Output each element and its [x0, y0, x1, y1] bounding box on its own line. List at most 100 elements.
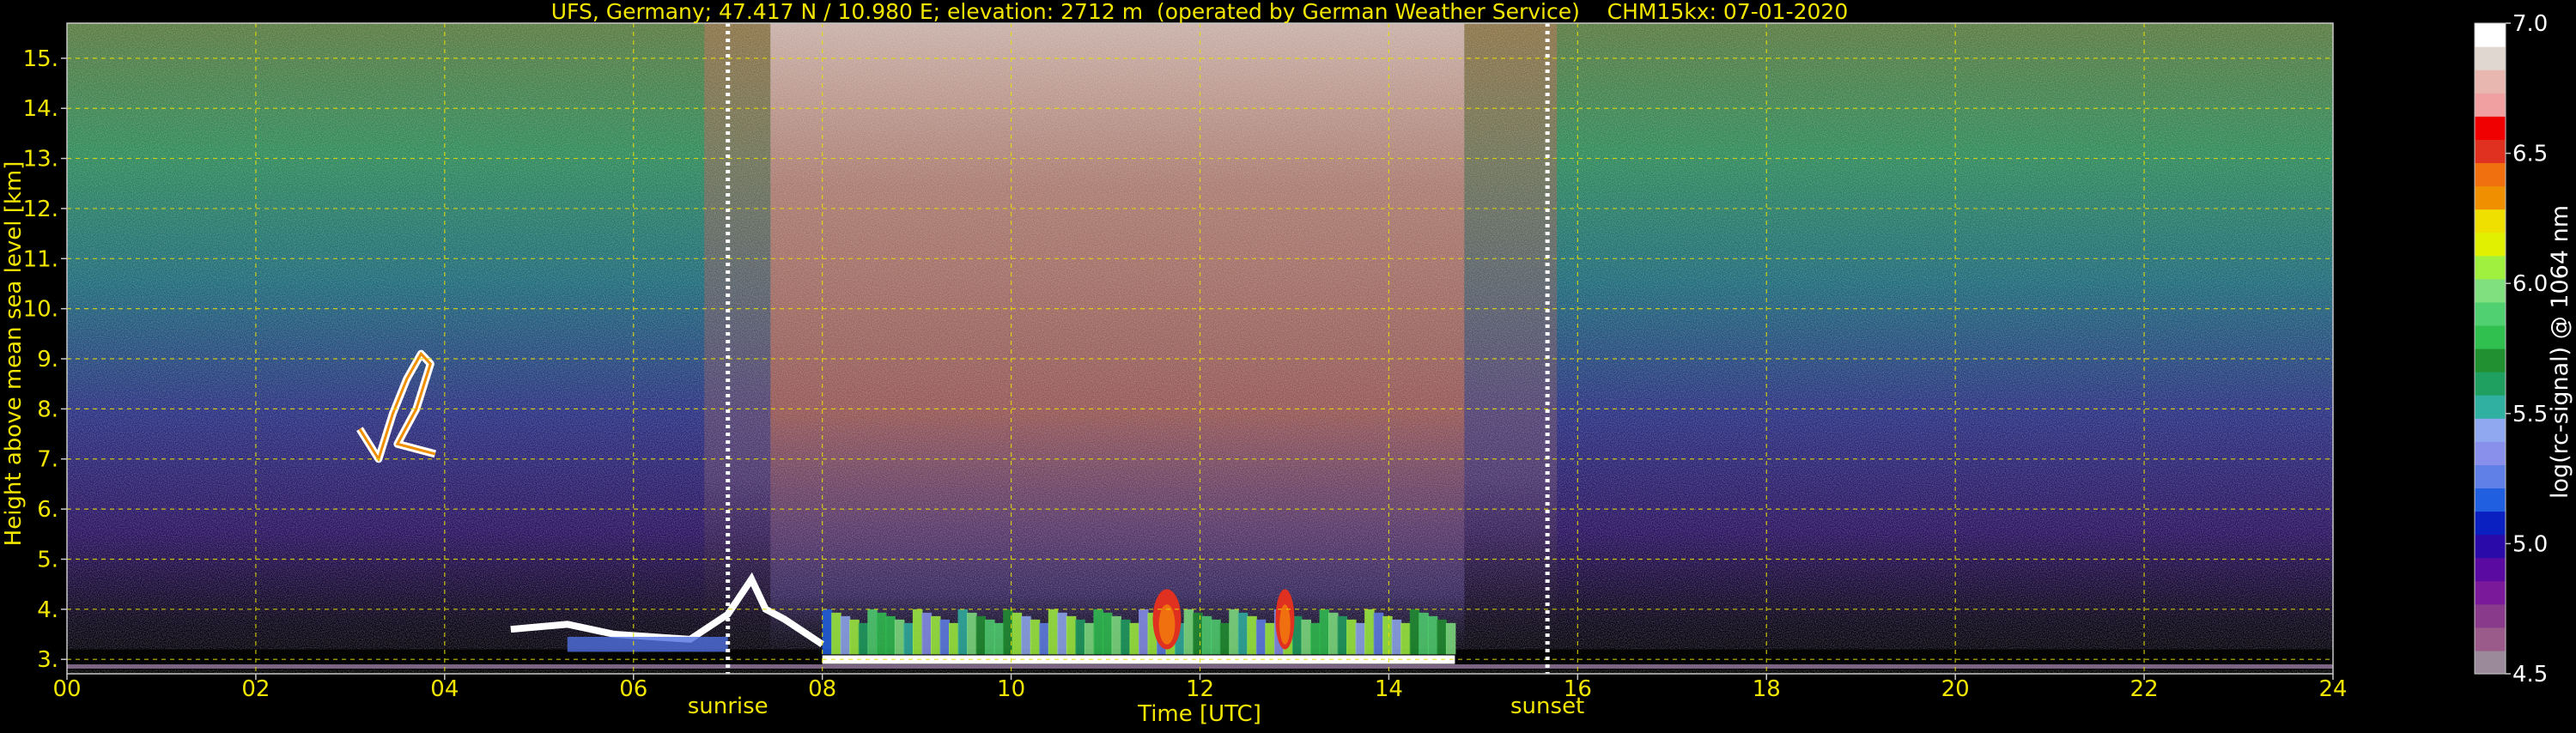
aerosol-column [1183, 609, 1194, 655]
x-tick-label: 00 [52, 676, 81, 702]
aerosol-column [1427, 615, 1438, 655]
aerosol-column [1382, 615, 1393, 655]
ceilometer-chart: sunrise sunset 00 02 04 06 08 10 12 14 16 18 20 22 24… [1, 0, 2573, 727]
aerosol-column [912, 609, 923, 655]
aerosol-column [1337, 615, 1348, 655]
y-tick-label: 6. [37, 497, 58, 523]
x-tick-label: 24 [2318, 676, 2347, 702]
y-tick-label: 14. [23, 96, 58, 122]
colorbar-swatch [2475, 232, 2506, 257]
colorbar-swatch [2475, 627, 2506, 651]
y-tick-label: 10. [23, 297, 58, 323]
aerosol-column [1039, 622, 1049, 655]
aerosol-column [1084, 622, 1095, 655]
colorbar-swatch [2475, 46, 2506, 70]
aerosol-column [1391, 619, 1402, 655]
aerosol-column [1012, 612, 1023, 655]
chart-title: UFS, Germany; 47.417 N / 10.980 E; eleva… [551, 0, 1848, 24]
aerosol-column [1255, 619, 1267, 655]
colorbar-tick-label: 6.5 [2512, 142, 2548, 167]
aerosol-column [985, 619, 995, 655]
aerosol-column [1265, 622, 1275, 655]
aerosol-column [1400, 622, 1411, 655]
aerosol-column [1129, 622, 1140, 655]
aerosol-column [867, 609, 878, 655]
colorbar-swatch [2475, 488, 2506, 512]
convective-cell-core [1158, 604, 1176, 645]
x-tick-label: 02 [241, 676, 270, 702]
aerosol-column [1193, 612, 1203, 655]
colorbar-tick-label: 4.5 [2512, 662, 2548, 688]
aerosol-column [1211, 619, 1221, 655]
y-axis: 3. 4. 5. 6. 7. 8. 9. 10. 11. 12. 13. 14. 15. [23, 46, 67, 673]
colorbar-swatch [2475, 162, 2506, 187]
aerosol-column [1373, 612, 1384, 655]
colorbar-tick-label: 5.0 [2512, 531, 2548, 557]
colorbar-swatch [2475, 418, 2506, 442]
aerosol-column [1419, 612, 1429, 655]
aerosol-column [921, 612, 932, 655]
aerosol-column [1048, 609, 1059, 655]
aerosol-column [1445, 622, 1456, 655]
colorbar-tick-label: 6.0 [2512, 271, 2548, 297]
colorbar-swatch [2475, 23, 2506, 47]
aerosol-column [876, 612, 887, 655]
aerosol-column [1409, 609, 1420, 655]
y-tick-label: 15. [23, 46, 58, 72]
y-tick-label: 13. [23, 147, 58, 173]
low-cloud-body [567, 636, 728, 652]
colorbar-swatch [2475, 278, 2506, 303]
y-tick-label: 8. [37, 397, 58, 422]
aerosol-column [903, 622, 914, 655]
aerosol-column [1021, 615, 1031, 655]
colorbar-swatch [2475, 395, 2506, 419]
convective-cell-core [1279, 604, 1291, 645]
aerosol-column [1102, 612, 1113, 655]
colorbar-swatch [2475, 650, 2506, 675]
aerosol-column [840, 615, 851, 655]
aerosol-column [1355, 622, 1366, 655]
y-tick-label: 5. [37, 547, 58, 572]
colorbar-swatch [2475, 139, 2506, 164]
aerosol-column [1066, 615, 1077, 655]
colorbar-swatch [2475, 116, 2506, 140]
aerosol-column [930, 615, 941, 655]
colorbar-swatch [2475, 534, 2506, 559]
colorbar-swatch [2475, 603, 2506, 628]
aerosol-column [1030, 619, 1041, 655]
x-tick-label: 18 [1753, 676, 1781, 702]
colorbar-tick-label: 5.5 [2512, 402, 2548, 427]
aerosol-column [831, 612, 841, 655]
colorbar-swatch [2475, 580, 2506, 605]
aerosol-column [1139, 609, 1149, 655]
y-tick-label: 12. [23, 197, 58, 222]
colorbar-swatch [2475, 301, 2506, 326]
aerosol-column [885, 615, 896, 655]
colorbar-swatch [2475, 464, 2506, 489]
colorbar-swatch [2475, 324, 2506, 349]
colorbar-swatch [2475, 441, 2506, 465]
y-tick-label: 11. [23, 246, 58, 272]
aerosol-column [1319, 609, 1330, 655]
aerosol-column [1219, 622, 1230, 655]
aerosol-column [1120, 619, 1131, 655]
x-axis: 00 02 04 06 08 10 12 14 16 18 20 22 24 [52, 674, 2348, 702]
colorbar-swatch [2475, 511, 2506, 536]
x-tick-label: 08 [808, 676, 836, 702]
x-axis-label: Time [UTC] [1137, 701, 1261, 727]
aerosol-column [1328, 612, 1339, 655]
colorbar-swatch [2475, 348, 2506, 373]
y-tick-label: 9. [37, 347, 58, 373]
aerosol-column [858, 622, 869, 655]
x-tick-label: 04 [430, 676, 459, 702]
x-tick-label: 16 [1564, 676, 1592, 702]
x-tick-label: 06 [619, 676, 647, 702]
aerosol-column [1346, 619, 1357, 655]
aerosol-column [1309, 622, 1321, 655]
aerosol-column [1237, 612, 1249, 655]
aerosol-column [1437, 619, 1447, 655]
aerosol-column [1111, 615, 1121, 655]
colorbar-swatch [2475, 209, 2506, 233]
colorbar-swatch [2475, 255, 2506, 280]
aerosol-column [822, 609, 833, 655]
